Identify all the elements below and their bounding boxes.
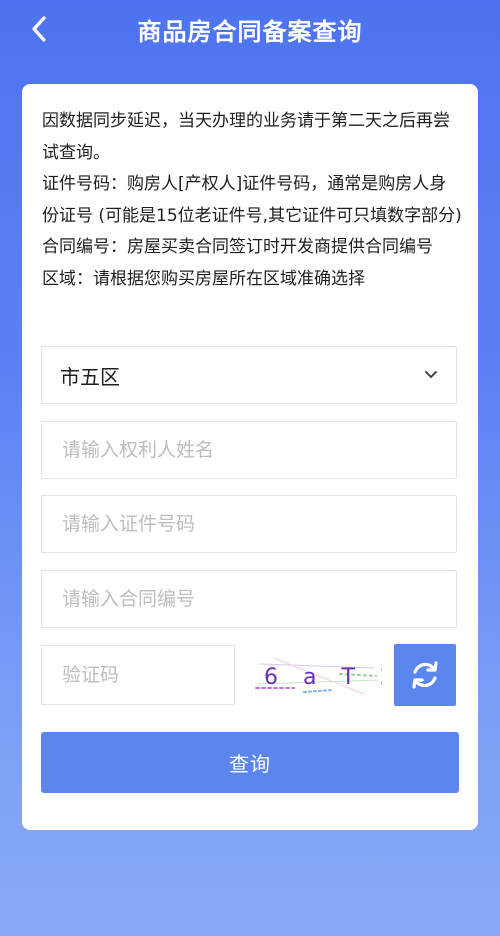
notice-contract-number: 合同编号：房屋买卖合同签订时开发商提供合同编号	[42, 237, 433, 257]
owner-name-field	[41, 421, 457, 479]
contract-number-input[interactable]	[42, 571, 456, 627]
captcha-input[interactable]	[42, 646, 234, 704]
captcha-text: 6 a T 2	[264, 665, 382, 690]
refresh-captcha-button[interactable]	[394, 644, 456, 706]
query-card: 因数据同步延迟，当天办理的业务请于第二天之后再尝试查询。 证件号码：购房人[产权…	[22, 84, 478, 830]
district-select[interactable]: 市五区	[41, 346, 457, 404]
page-title: 商品房合同备案查询	[137, 18, 363, 46]
notice-text: 因数据同步延迟，当天办理的业务请于第二天之后再尝试查询。 证件号码：购房人[产权…	[42, 106, 462, 295]
id-number-field	[41, 495, 457, 553]
notice-district: 区域：请根据您购买房屋所在区域准确选择	[42, 268, 365, 289]
contract-number-field	[41, 570, 457, 628]
captcha-field	[41, 645, 235, 705]
refresh-icon	[412, 661, 438, 689]
query-button[interactable]: 查询	[41, 732, 459, 793]
notice-id-number: 证件号码：购房人[产权人]证件号码，通常是购房人身份证号 (可能是15位老证件号…	[42, 174, 462, 226]
id-number-input[interactable]	[42, 496, 456, 552]
district-value: 市五区	[60, 364, 120, 389]
header: 商品房合同备案查询	[0, 0, 500, 60]
captcha-image[interactable]: 6 a T 2	[254, 654, 394, 698]
notice-delay: 因数据同步延迟，当天办理的业务请于第二天之后再尝试查询。	[42, 111, 450, 163]
owner-name-input[interactable]	[42, 422, 456, 478]
chevron-down-icon	[425, 371, 437, 378]
